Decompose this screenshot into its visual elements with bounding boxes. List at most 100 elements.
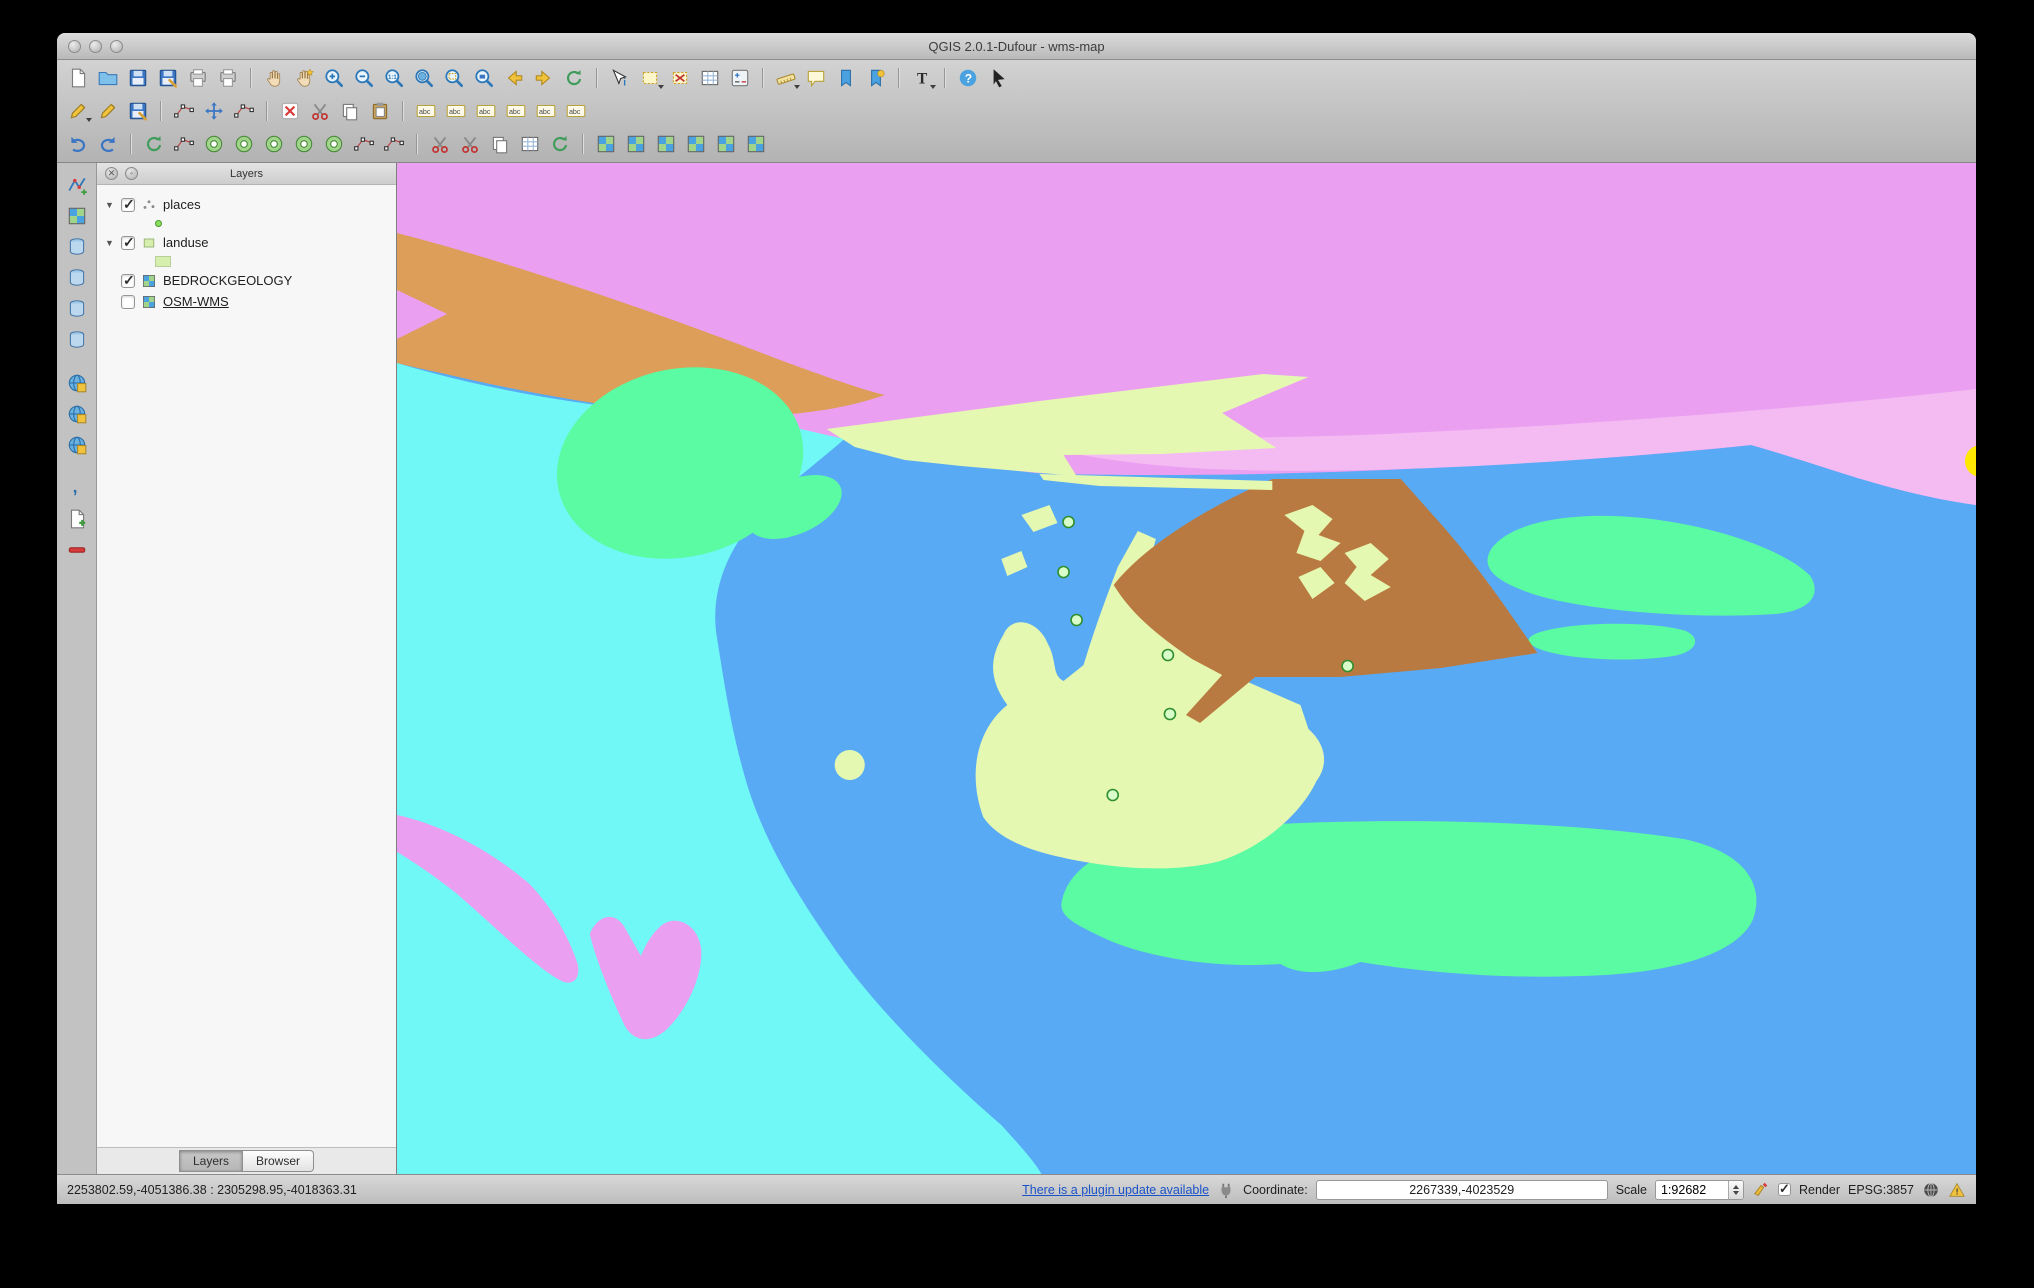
add-wcs-layer[interactable]	[62, 400, 92, 428]
tab-browser[interactable]: Browser	[243, 1150, 314, 1172]
delete-ring[interactable]	[289, 130, 319, 158]
zoom-full[interactable]	[409, 64, 439, 92]
add-wfs-layer[interactable]	[62, 431, 92, 459]
new-print-composer[interactable]	[183, 64, 213, 92]
panel-close-icon[interactable]: ✕	[105, 167, 118, 180]
select-features[interactable]	[635, 64, 665, 92]
label-show-hide[interactable]	[471, 97, 501, 125]
redo[interactable]	[93, 130, 123, 158]
layer-checkbox[interactable]	[121, 274, 135, 288]
delete-part[interactable]	[319, 130, 349, 158]
pan-to-selection[interactable]	[289, 64, 319, 92]
copy-features[interactable]	[335, 97, 365, 125]
stepper-down-icon[interactable]	[1733, 1191, 1739, 1195]
add-mssql-layer[interactable]	[62, 295, 92, 323]
add-oracle-layer[interactable]	[62, 326, 92, 354]
simplify-feature[interactable]	[169, 130, 199, 158]
stop-render-icon[interactable]	[1752, 1181, 1770, 1199]
save-project[interactable]	[123, 64, 153, 92]
show-bookmarks[interactable]	[861, 64, 891, 92]
delete-selected[interactable]	[275, 97, 305, 125]
label-rotate[interactable]	[531, 97, 561, 125]
coordinate-input[interactable]	[1316, 1180, 1608, 1200]
open-attribute-table[interactable]	[695, 64, 725, 92]
rotate-feature[interactable]	[139, 130, 169, 158]
fill-ring[interactable]	[259, 130, 289, 158]
field-calculator[interactable]	[725, 64, 755, 92]
split-features[interactable]	[425, 130, 455, 158]
help-contents[interactable]	[953, 64, 983, 92]
remove-layer-group[interactable]	[62, 536, 92, 564]
add-part[interactable]	[229, 130, 259, 158]
expander-icon[interactable]: ▼	[105, 238, 115, 248]
raster-toolbar-2[interactable]	[621, 130, 651, 158]
pan-map[interactable]	[259, 64, 289, 92]
layer-checkbox[interactable]	[121, 236, 135, 250]
composer-manager[interactable]	[213, 64, 243, 92]
title-bar[interactable]: QGIS 2.0.1-Dufour - wms-map	[57, 33, 1976, 60]
reshape-features[interactable]	[349, 130, 379, 158]
new-project[interactable]	[63, 64, 93, 92]
merge-attributes[interactable]	[515, 130, 545, 158]
plugin-update-link[interactable]: There is a plugin update available	[1022, 1183, 1209, 1197]
add-ring[interactable]	[199, 130, 229, 158]
expander-icon[interactable]: ▼	[105, 200, 115, 210]
zoom-out[interactable]	[349, 64, 379, 92]
scale-stepper[interactable]	[1728, 1181, 1743, 1199]
raster-toolbar-1[interactable]	[591, 130, 621, 158]
raster-calculator[interactable]	[741, 130, 771, 158]
add-raster-layer[interactable]	[62, 202, 92, 230]
crs-status-icon[interactable]	[1922, 1181, 1940, 1199]
tab-layers[interactable]: Layers	[179, 1150, 243, 1172]
save-layer-edits[interactable]	[123, 97, 153, 125]
open-project[interactable]	[93, 64, 123, 92]
undo[interactable]	[63, 130, 93, 158]
toggle-editing[interactable]	[93, 97, 123, 125]
histogram-stretch-full[interactable]	[711, 130, 741, 158]
zoom-next[interactable]	[529, 64, 559, 92]
label-pin[interactable]	[441, 97, 471, 125]
map-tips[interactable]	[801, 64, 831, 92]
node-tool[interactable]	[229, 97, 259, 125]
rotate-point-symbols[interactable]	[545, 130, 575, 158]
render-checkbox[interactable]	[1778, 1183, 1791, 1196]
new-bookmark[interactable]	[831, 64, 861, 92]
zoom-last[interactable]	[499, 64, 529, 92]
minimize-button[interactable]	[89, 40, 102, 53]
layer-item-bedrockgeology[interactable]: ▼ BEDROCKGEOLOGY	[97, 270, 396, 291]
new-shapefile-layer[interactable]	[62, 505, 92, 533]
label-properties[interactable]	[561, 97, 591, 125]
histogram-stretch-local[interactable]	[681, 130, 711, 158]
layer-item-osm-wms[interactable]: ▼ OSM-WMS	[97, 291, 396, 312]
close-button[interactable]	[68, 40, 81, 53]
zoom-button[interactable]	[110, 40, 123, 53]
add-postgis-layer[interactable]	[62, 233, 92, 261]
paste-features[interactable]	[365, 97, 395, 125]
move-feature[interactable]	[199, 97, 229, 125]
zoom-in[interactable]	[319, 64, 349, 92]
map-canvas[interactable]	[397, 163, 1976, 1174]
add-delimited-text-layer[interactable]	[62, 474, 92, 502]
add-feature[interactable]	[169, 97, 199, 125]
scale-input[interactable]	[1656, 1181, 1728, 1199]
split-parts[interactable]	[455, 130, 485, 158]
zoom-to-layer[interactable]	[469, 64, 499, 92]
refresh-map[interactable]	[559, 64, 589, 92]
current-edits[interactable]	[63, 97, 93, 125]
deselect-features[interactable]	[665, 64, 695, 92]
whats-this[interactable]	[983, 64, 1013, 92]
plugin-icon[interactable]	[1217, 1181, 1235, 1199]
cut-features[interactable]	[305, 97, 335, 125]
offset-curve[interactable]	[379, 130, 409, 158]
layer-item-landuse[interactable]: ▼ landuse	[97, 232, 396, 253]
panel-float-icon[interactable]: ◦	[125, 167, 138, 180]
measure[interactable]	[771, 64, 801, 92]
save-project-as[interactable]	[153, 64, 183, 92]
log-messages-icon[interactable]	[1948, 1181, 1966, 1199]
zoom-to-selection[interactable]	[439, 64, 469, 92]
add-vector-layer[interactable]	[62, 171, 92, 199]
stepper-up-icon[interactable]	[1733, 1185, 1739, 1189]
text-annotation[interactable]	[907, 64, 937, 92]
label-settings[interactable]	[411, 97, 441, 125]
scale-combo[interactable]	[1655, 1180, 1744, 1200]
